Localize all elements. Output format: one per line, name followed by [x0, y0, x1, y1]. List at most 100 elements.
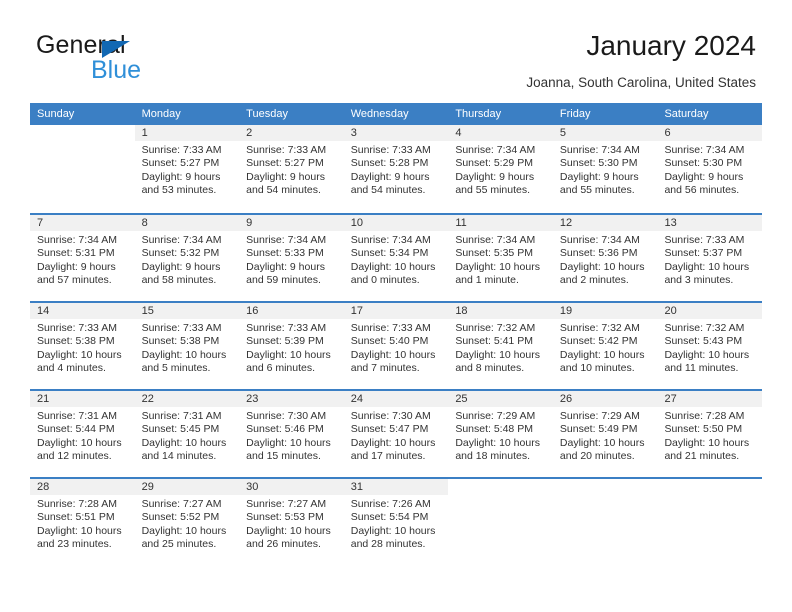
- sunset-text: Sunset: 5:54 PM: [350, 511, 429, 524]
- calendar-day-empty: [552, 479, 658, 565]
- day-number: 17: [343, 303, 449, 319]
- calendar-day-cell[interactable]: 5 Sunrise: 7:34 AM Sunset: 5:30 PM Daylight…: [552, 125, 658, 213]
- calendar-day-empty: [657, 479, 763, 565]
- sunset-text: Sunset: 5:50 PM: [664, 423, 743, 436]
- calendar-day-cell[interactable]: 3 Sunrise: 7:33 AM Sunset: 5:28 PM Daylight…: [343, 125, 449, 213]
- day-number: 19: [552, 303, 658, 319]
- calendar-day-cell[interactable]: 13 Sunrise: 7:33 AM Sunset: 5:37 PM Dayligh…: [657, 215, 763, 301]
- daylight-text: Daylight: 9 hours and 54 minutes.: [246, 170, 325, 196]
- day-details: Sunrise: 7:27 AM Sunset: 5:53 PM Daylight:…: [239, 495, 344, 551]
- calendar-day-cell[interactable]: 14 Sunrise: 7:33 AM Sunset: 5:38 PM Dayligh…: [30, 303, 135, 389]
- sunset-text: Sunset: 5:38 PM: [37, 335, 115, 348]
- calendar-day-cell[interactable]: 11 Sunrise: 7:34 AM Sunset: 5:35 PM Dayligh…: [448, 215, 553, 301]
- calendar-day-empty: [30, 125, 135, 213]
- sunrise-text: Sunrise: 7:34 AM: [559, 234, 640, 246]
- calendar-day-cell[interactable]: 20 Sunrise: 7:32 AM Sunset: 5:43 PM Dayligh…: [657, 303, 763, 389]
- daylight-text: Daylight: 9 hours and 54 minutes.: [350, 170, 430, 196]
- calendar-day-cell[interactable]: 28 Sunrise: 7:28 AM Sunset: 5:51 PM Dayligh…: [30, 479, 135, 565]
- weekday-header-sunday: Sunday: [37, 108, 75, 120]
- day-number: 6: [657, 125, 763, 141]
- day-details: Sunrise: 7:28 AM Sunset: 5:51 PM Daylight:…: [30, 495, 135, 551]
- sunrise-text: Sunrise: 7:33 AM: [350, 322, 431, 334]
- calendar-day-cell[interactable]: 17 Sunrise: 7:33 AM Sunset: 5:40 PM Dayligh…: [343, 303, 449, 389]
- day-number: 26: [552, 391, 658, 407]
- daylight-text: Daylight: 10 hours and 2 minutes.: [559, 260, 645, 286]
- day-details: Sunrise: 7:31 AM Sunset: 5:44 PM Daylight:…: [30, 407, 135, 463]
- sunrise-text: Sunrise: 7:33 AM: [246, 322, 327, 334]
- sunset-text: Sunset: 5:35 PM: [455, 247, 533, 260]
- calendar-day-cell[interactable]: 27 Sunrise: 7:28 AM Sunset: 5:50 PM Dayligh…: [657, 391, 763, 477]
- sunrise-text: Sunrise: 7:27 AM: [246, 498, 327, 510]
- day-number: [448, 479, 553, 495]
- sunset-text: Sunset: 5:37 PM: [664, 247, 743, 260]
- brand-logo[interactable]: General Blue: [36, 31, 236, 87]
- day-number: 11: [448, 215, 553, 231]
- calendar-day-cell[interactable]: 29 Sunrise: 7:27 AM Sunset: 5:52 PM Dayligh…: [134, 479, 240, 565]
- calendar-day-cell[interactable]: 9 Sunrise: 7:34 AM Sunset: 5:33 PM Daylight…: [239, 215, 344, 301]
- day-details: Sunrise: 7:34 AM Sunset: 5:35 PM Daylight:…: [448, 231, 553, 287]
- calendar-week-row: 7 Sunrise: 7:34 AM Sunset: 5:31 PM Daylight…: [30, 213, 763, 301]
- day-number: [30, 125, 135, 141]
- calendar-day-cell[interactable]: 6 Sunrise: 7:34 AM Sunset: 5:30 PM Daylight…: [657, 125, 763, 213]
- calendar-day-cell[interactable]: 19 Sunrise: 7:32 AM Sunset: 5:42 PM Dayligh…: [552, 303, 658, 389]
- day-number: 18: [448, 303, 553, 319]
- daylight-text: Daylight: 9 hours and 56 minutes.: [664, 170, 744, 196]
- calendar-day-cell[interactable]: 23 Sunrise: 7:30 AM Sunset: 5:46 PM Dayligh…: [239, 391, 344, 477]
- sunset-text: Sunset: 5:31 PM: [37, 247, 115, 260]
- day-details: Sunrise: 7:34 AM Sunset: 5:30 PM Daylight:…: [553, 141, 658, 197]
- calendar-day-cell[interactable]: 7 Sunrise: 7:34 AM Sunset: 5:31 PM Daylight…: [30, 215, 135, 301]
- day-number: 30: [239, 479, 344, 495]
- sunset-text: Sunset: 5:53 PM: [246, 511, 324, 524]
- day-number: 13: [657, 215, 763, 231]
- sunrise-text: Sunrise: 7:34 AM: [350, 234, 431, 246]
- sunrise-text: Sunrise: 7:34 AM: [559, 144, 640, 156]
- day-number: 20: [657, 303, 763, 319]
- day-number: 7: [30, 215, 135, 231]
- calendar-day-cell[interactable]: 24 Sunrise: 7:30 AM Sunset: 5:47 PM Dayligh…: [343, 391, 449, 477]
- calendar-day-cell[interactable]: 4 Sunrise: 7:34 AM Sunset: 5:29 PM Daylight…: [448, 125, 553, 213]
- sunrise-text: Sunrise: 7:29 AM: [559, 410, 640, 422]
- daylight-text: Daylight: 10 hours and 11 minutes.: [664, 348, 750, 374]
- calendar-day-cell[interactable]: 15 Sunrise: 7:33 AM Sunset: 5:38 PM Dayligh…: [134, 303, 240, 389]
- day-details: Sunrise: 7:33 AM Sunset: 5:27 PM Daylight:…: [135, 141, 240, 197]
- day-number: 1: [134, 125, 240, 141]
- calendar-day-cell[interactable]: 16 Sunrise: 7:33 AM Sunset: 5:39 PM Dayligh…: [239, 303, 344, 389]
- sunrise-text: Sunrise: 7:34 AM: [455, 234, 536, 246]
- sunset-text: Sunset: 5:41 PM: [455, 335, 533, 348]
- day-number: 5: [552, 125, 658, 141]
- calendar-day-cell[interactable]: 2 Sunrise: 7:33 AM Sunset: 5:27 PM Daylight…: [239, 125, 344, 213]
- day-details: Sunrise: 7:27 AM Sunset: 5:52 PM Daylight:…: [135, 495, 240, 551]
- calendar-day-cell[interactable]: 10 Sunrise: 7:34 AM Sunset: 5:34 PM Dayligh…: [343, 215, 449, 301]
- calendar-day-cell[interactable]: 18 Sunrise: 7:32 AM Sunset: 5:41 PM Dayligh…: [448, 303, 553, 389]
- calendar-day-cell[interactable]: 21 Sunrise: 7:31 AM Sunset: 5:44 PM Dayligh…: [30, 391, 135, 477]
- calendar-day-cell[interactable]: 31 Sunrise: 7:26 AM Sunset: 5:54 PM Dayligh…: [343, 479, 449, 565]
- calendar-page: General Blue January 2024 Joanna, South …: [0, 0, 792, 612]
- calendar-day-empty: [448, 479, 553, 565]
- brand-name-blue: Blue: [91, 56, 142, 84]
- calendar-day-cell[interactable]: 25 Sunrise: 7:29 AM Sunset: 5:48 PM Dayligh…: [448, 391, 553, 477]
- sunrise-text: Sunrise: 7:34 AM: [141, 234, 222, 246]
- daylight-text: Daylight: 9 hours and 55 minutes.: [559, 170, 639, 196]
- day-details: Sunrise: 7:30 AM Sunset: 5:46 PM Daylight:…: [239, 407, 344, 463]
- calendar-day-cell[interactable]: 1 Sunrise: 7:33 AM Sunset: 5:27 PM Daylight…: [134, 125, 240, 213]
- day-number: 12: [552, 215, 658, 231]
- calendar-day-cell[interactable]: 22 Sunrise: 7:31 AM Sunset: 5:45 PM Dayligh…: [134, 391, 240, 477]
- day-number: 28: [30, 479, 135, 495]
- sunrise-text: Sunrise: 7:29 AM: [455, 410, 536, 422]
- day-details: Sunrise: 7:34 AM Sunset: 5:34 PM Daylight:…: [344, 231, 449, 287]
- calendar-weeks: 1 Sunrise: 7:33 AM Sunset: 5:27 PM Daylight…: [30, 125, 763, 565]
- sunset-text: Sunset: 5:44 PM: [37, 423, 115, 436]
- calendar-day-cell[interactable]: 26 Sunrise: 7:29 AM Sunset: 5:49 PM Dayligh…: [552, 391, 658, 477]
- sunset-text: Sunset: 5:40 PM: [350, 335, 429, 348]
- calendar-day-cell[interactable]: 8 Sunrise: 7:34 AM Sunset: 5:32 PM Daylight…: [134, 215, 240, 301]
- day-number: 24: [343, 391, 449, 407]
- calendar-day-cell[interactable]: 30 Sunrise: 7:27 AM Sunset: 5:53 PM Dayligh…: [239, 479, 344, 565]
- day-details: Sunrise: 7:33 AM Sunset: 5:40 PM Daylight:…: [344, 319, 449, 375]
- sunset-text: Sunset: 5:33 PM: [246, 247, 324, 260]
- sunset-text: Sunset: 5:48 PM: [455, 423, 533, 436]
- sunset-text: Sunset: 5:34 PM: [350, 247, 429, 260]
- calendar-day-cell[interactable]: 12 Sunrise: 7:34 AM Sunset: 5:36 PM Dayligh…: [552, 215, 658, 301]
- day-number: 9: [239, 215, 344, 231]
- sunset-text: Sunset: 5:39 PM: [246, 335, 324, 348]
- sunrise-text: Sunrise: 7:33 AM: [350, 144, 431, 156]
